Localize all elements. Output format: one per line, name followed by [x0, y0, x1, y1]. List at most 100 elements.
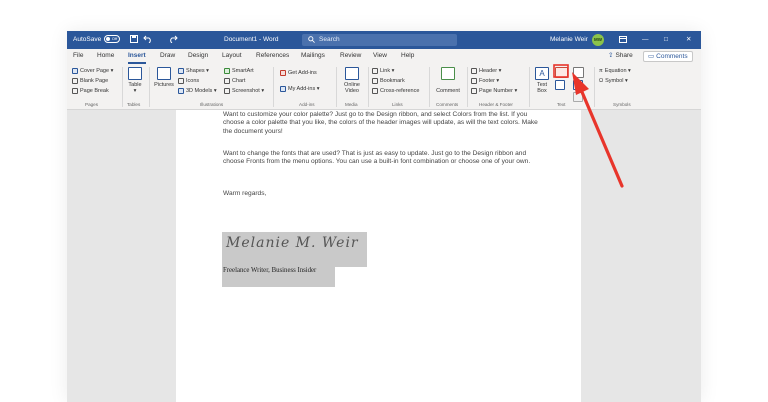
tab-design[interactable]: Design	[188, 49, 208, 64]
illustrations-group-label: Illustrations	[200, 102, 224, 107]
tab-layout[interactable]: Layout	[222, 49, 242, 64]
divider	[594, 67, 595, 107]
smartart-button[interactable]: SmartArt	[224, 67, 254, 76]
comment-button[interactable]: Comment	[433, 67, 463, 94]
get-addins-button[interactable]: Get Add-ins	[280, 69, 317, 78]
link-icon	[372, 67, 378, 74]
my-addins-label: My Add-ins	[288, 86, 316, 92]
tab-help[interactable]: Help	[401, 49, 414, 64]
my-addins-button[interactable]: My Add-ins ▾	[280, 85, 320, 94]
link-button[interactable]: Link ▾	[372, 67, 394, 76]
screenshot-stage: AutoSave Off Document1 - Word Search Mela…	[0, 0, 768, 402]
footer-icon	[471, 77, 477, 84]
tab-review[interactable]: Review	[340, 49, 361, 64]
document-title: Document1 - Word	[224, 36, 279, 43]
pictures-button[interactable]: Pictures	[153, 67, 175, 88]
tab-mailings[interactable]: Mailings	[301, 49, 325, 64]
undo-icon[interactable]	[143, 31, 153, 49]
tab-references[interactable]: References	[256, 49, 289, 64]
ribbon-tabs: File Home Insert Draw Design Layout Refe…	[67, 49, 701, 64]
header-label: Header	[479, 68, 498, 74]
tab-view[interactable]: View	[373, 49, 387, 64]
redo-icon[interactable]	[168, 31, 178, 49]
signature-line-icon[interactable]	[573, 67, 584, 78]
tables-group-label: Tables	[127, 102, 141, 107]
table-label: Table	[128, 82, 142, 88]
paragraph-fonts[interactable]: Want to change the fonts that are used? …	[223, 150, 541, 167]
screenshot-icon	[224, 87, 230, 94]
symbol-button[interactable]: Ω Symbol ▾	[599, 77, 628, 86]
header-button[interactable]: Header ▾	[471, 67, 501, 76]
chart-icon	[224, 77, 230, 84]
drop-cap-icon[interactable]	[555, 80, 565, 90]
pages-group-label: Pages	[85, 102, 99, 107]
search-box[interactable]: Search	[302, 34, 457, 46]
cross-reference-icon	[372, 87, 378, 94]
text-box-button[interactable]: A Text Box	[533, 67, 551, 94]
tab-draw[interactable]: Draw	[160, 49, 175, 64]
share-button[interactable]: ⇪ Share	[608, 49, 633, 64]
footer-button[interactable]: Footer ▾	[471, 77, 499, 86]
divider	[368, 67, 369, 107]
search-icon	[308, 36, 315, 43]
user-name[interactable]: Melanie Weir	[550, 31, 588, 49]
signature-caption[interactable]: Freelance Writer, Business Insider	[222, 267, 335, 287]
cover-page-button[interactable]: Cover Page ▾	[72, 67, 113, 76]
tab-file[interactable]: File	[73, 49, 83, 64]
media-group-label: Media	[345, 102, 358, 107]
close-icon[interactable]: ✕	[686, 31, 691, 49]
equation-button[interactable]: π Equation ▾	[599, 67, 631, 76]
3d-models-button[interactable]: 3D Models ▾	[178, 87, 217, 96]
comments-group-label: Comments	[436, 102, 459, 107]
document-page[interactable]: Want to customize your color palette? Ju…	[176, 110, 581, 402]
save-icon[interactable]	[130, 31, 138, 49]
pi-icon: π	[599, 68, 603, 74]
shapes-button[interactable]: Shapes ▾	[178, 67, 209, 76]
divider	[467, 67, 468, 107]
cross-reference-button[interactable]: Cross-reference	[372, 87, 419, 96]
paragraph-colors[interactable]: Want to customize your color palette? Ju…	[223, 111, 541, 136]
footer-label: Footer	[479, 78, 495, 84]
blank-page-button[interactable]: Blank Page	[72, 77, 108, 86]
symbol-label: Symbol	[605, 78, 624, 84]
wordart-icon[interactable]	[555, 67, 568, 78]
autosave-toggle[interactable]: AutoSave Off	[73, 31, 121, 49]
minimize-icon[interactable]: —	[642, 31, 649, 49]
text-box-icon: A	[535, 67, 549, 80]
addins-group-label: Add-ins	[299, 102, 315, 107]
divider	[122, 67, 123, 107]
date-time-icon[interactable]	[573, 80, 583, 90]
closing-line[interactable]: Warm regards,	[223, 190, 541, 198]
bookmark-icon	[372, 77, 378, 84]
tab-insert[interactable]: Insert	[128, 49, 146, 64]
smartart-label: SmartArt	[232, 68, 254, 74]
comments-label: Comments	[656, 53, 688, 60]
bookmark-label: Bookmark	[380, 78, 405, 84]
pictures-label: Pictures	[154, 82, 174, 88]
comments-button[interactable]: ▭ Comments	[643, 51, 693, 62]
screenshot-label: Screenshot	[232, 88, 260, 94]
links-group-label: Links	[392, 102, 403, 107]
equation-label: Equation	[604, 68, 627, 74]
online-video-button[interactable]: Online Video	[340, 67, 364, 94]
avatar[interactable]: MW	[592, 34, 604, 46]
document-canvas[interactable]: Want to customize your color palette? Ju…	[67, 110, 701, 402]
text-group-label: Text	[557, 102, 566, 107]
divider	[336, 67, 337, 107]
ribbon-display-options-icon[interactable]	[619, 31, 627, 49]
screenshot-button[interactable]: Screenshot ▾	[224, 87, 264, 96]
page-number-button[interactable]: Page Number ▾	[471, 87, 517, 96]
link-label: Link	[380, 68, 391, 74]
signature-image[interactable]: Melanie M. Weir	[222, 232, 367, 267]
page-break-icon	[72, 87, 78, 94]
chart-button[interactable]: Chart	[224, 77, 245, 86]
divider	[429, 67, 430, 107]
shapes-label: Shapes	[186, 68, 205, 74]
icons-button[interactable]: Icons	[178, 77, 199, 86]
page-break-button[interactable]: Page Break	[72, 87, 109, 96]
tab-home[interactable]: Home	[97, 49, 114, 64]
bookmark-button[interactable]: Bookmark	[372, 77, 405, 86]
restore-icon[interactable]: □	[664, 31, 668, 49]
table-button[interactable]: Table ▾	[126, 67, 144, 94]
object-icon[interactable]	[573, 92, 583, 102]
